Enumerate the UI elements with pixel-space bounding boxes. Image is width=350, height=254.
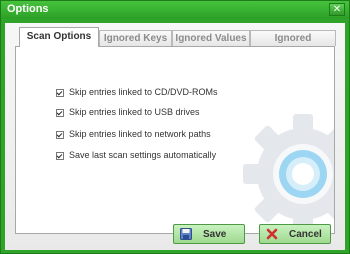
- cancel-button[interactable]: Cancel: [259, 224, 331, 244]
- disk-icon: [180, 228, 192, 240]
- cancel-label: Cancel: [289, 229, 322, 240]
- checkbox-checked[interactable]: [56, 131, 64, 139]
- tab-ignored-keys[interactable]: Ignored Keys: [99, 30, 172, 46]
- tab-ignored-shortcuts[interactable]: Ignored Shortcuts: [250, 30, 336, 59]
- checkbox-checked[interactable]: [56, 152, 64, 160]
- close-icon: ✕: [332, 4, 342, 15]
- option-label: Skip entries linked to network paths: [69, 129, 211, 139]
- tab-label: Ignored Values: [175, 33, 247, 44]
- tab-ignored-values[interactable]: Ignored Values: [172, 30, 250, 46]
- option-label: Skip entries linked to CD/DVD-ROMs: [69, 87, 218, 97]
- tab-label: Scan Options: [26, 31, 92, 42]
- option-label: Save last scan settings automatically: [69, 150, 217, 160]
- tab-label: Ignored Keys: [103, 33, 168, 44]
- title-bar: Options ✕: [1, 1, 349, 19]
- tab-scan-options[interactable]: Scan Options: [19, 27, 99, 47]
- checkbox-checked[interactable]: [56, 89, 64, 97]
- options-dialog: Options ✕ Scan Options Ignored Keys Igno…: [0, 0, 350, 254]
- close-button[interactable]: ✕: [329, 3, 345, 16]
- red-x-icon: [266, 228, 278, 240]
- option-label: Skip entries linked to USB drives: [69, 107, 200, 117]
- dialog-client-area: Scan Options Ignored Keys Ignored Values…: [5, 23, 345, 250]
- scan-options-panel: Skip entries linked to CD/DVD-ROMs Skip …: [15, 46, 335, 234]
- save-button[interactable]: Save: [173, 224, 245, 244]
- window-title: Options: [7, 3, 49, 15]
- save-label: Save: [203, 229, 227, 240]
- gear-watermark-icon: [243, 114, 334, 233]
- checkbox-checked[interactable]: [56, 109, 64, 117]
